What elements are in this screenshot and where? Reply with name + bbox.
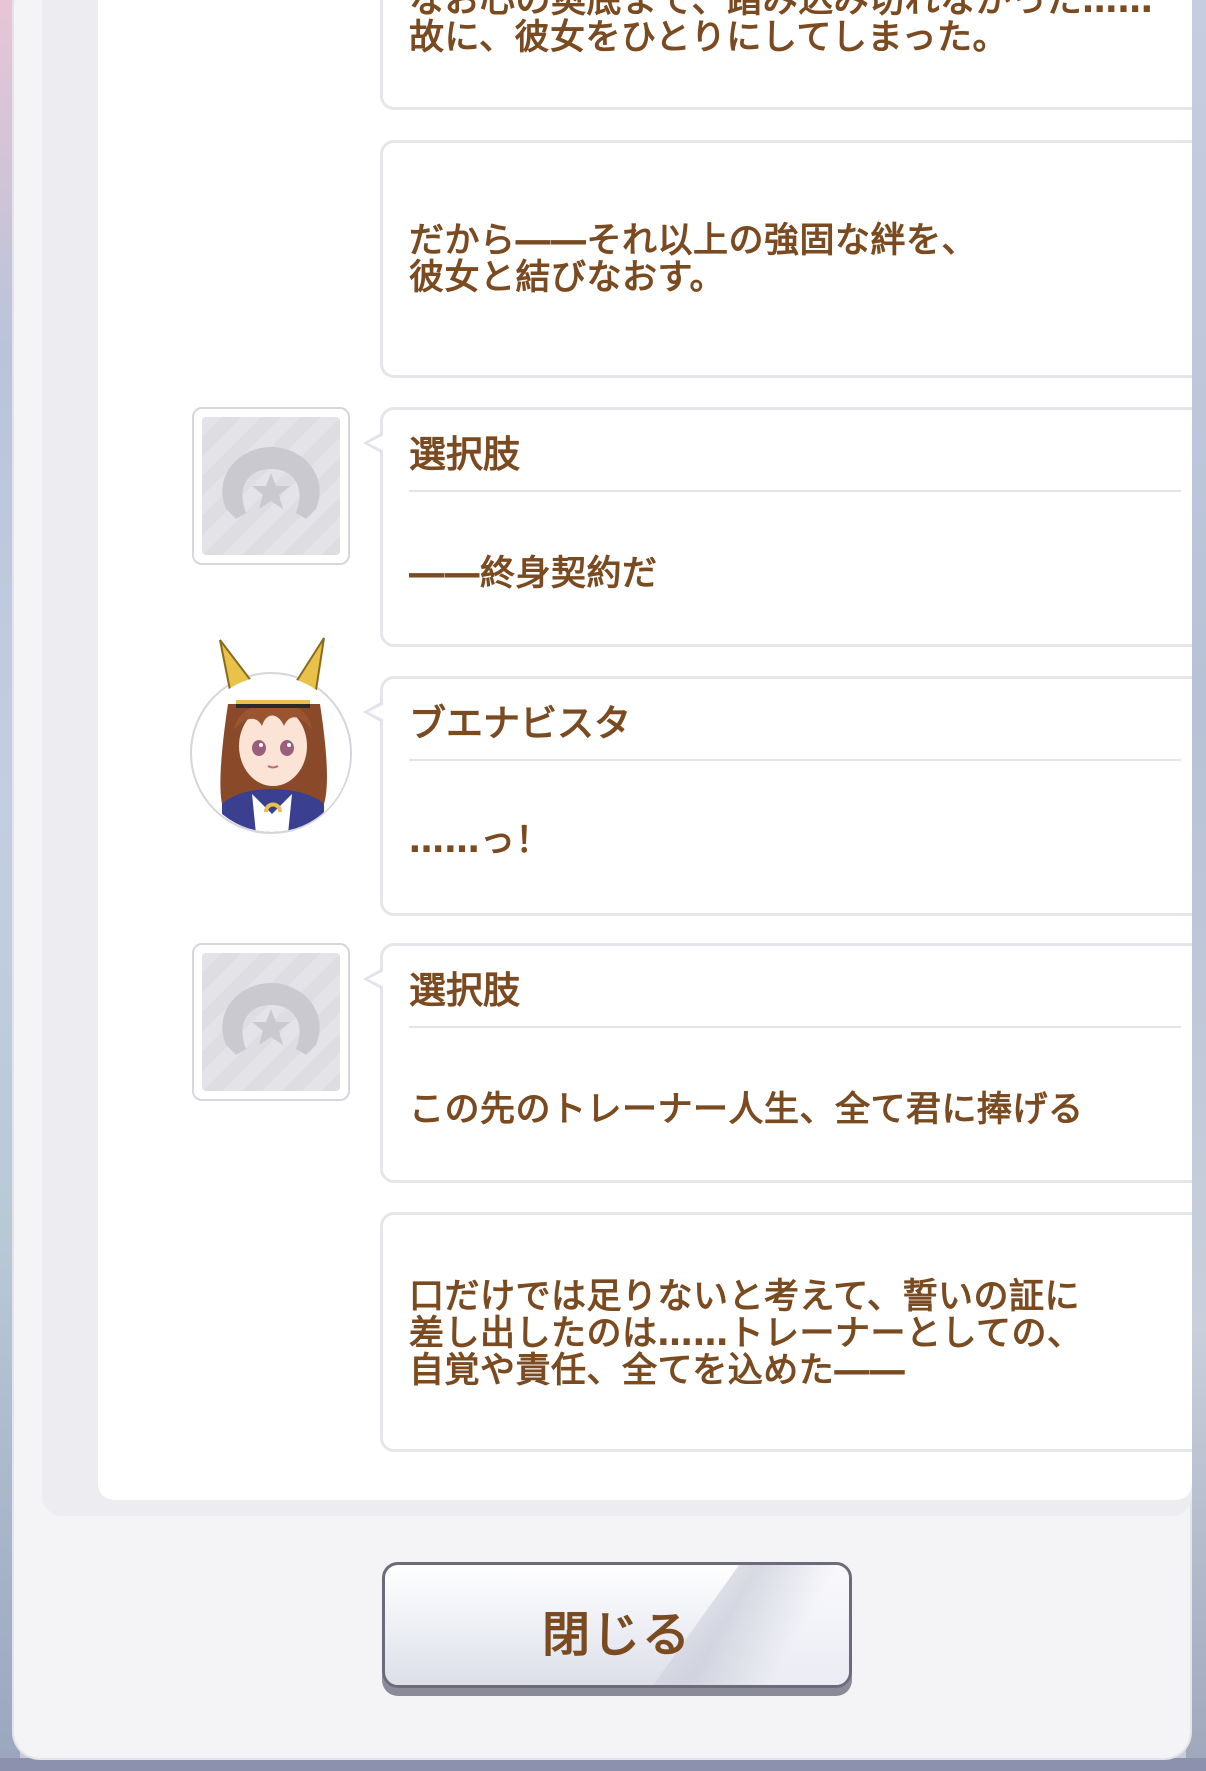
choice-avatar [192,407,350,565]
narration-text: だから――それ以上の強固な絆を、 彼女と結びなおす。 [409,221,978,298]
log-panel: なお心の奥底まで、踏み込み切れなかった…… 故に、彼女をひとりにしてしまった。 … [42,0,1192,1516]
bubble-divider [409,1026,1181,1028]
horseshoe-star-icon [222,983,320,1055]
narration-bubble: なお心の奥底まで、踏み込み切れなかった…… 故に、彼女をひとりにしてしまった。 [380,0,1192,110]
narration-bubble: 口だけでは足りないと考えて、誓いの証に 差し出したのは……トレーナーとしての、 … [380,1212,1192,1452]
dialogue-text: ……っ！ [409,821,552,861]
background-bottom-strip [0,1758,1206,1771]
choice-avatar [192,943,350,1101]
close-button[interactable]: 閉じる [382,1562,852,1688]
narration-text: なお心の奥底まで、踏み込み切れなかった…… 故に、彼女をひとりにしてしまった。 [409,0,1154,58]
horseshoe-star-icon [222,447,320,519]
choice-bubble: 選択肢 ――終身契約だ [363,407,1192,647]
narration-bubble: だから――それ以上の強固な絆を、 彼女と結びなおす。 [380,140,1192,378]
speaker-name: 選択肢 [409,969,520,1012]
bubble-divider [409,490,1181,492]
story-log-dialog: なお心の奥底まで、踏み込み切れなかった…… 故に、彼女をひとりにしてしまった。 … [14,0,1192,1758]
character-avatar [190,637,352,834]
log-scroll-area[interactable]: なお心の奥底まで、踏み込み切れなかった…… 故に、彼女をひとりにしてしまった。 … [98,0,1192,1500]
dialogue-bubble: ブエナビスタ ……っ！ [363,676,1192,916]
choice-text: この先のトレーナー人生、全て君に捧げる [409,1090,1084,1130]
speaker-name: ブエナビスタ [409,702,631,745]
speaker-name: 選択肢 [409,433,520,476]
narration-text: 口だけでは足りないと考えて、誓いの証に 差し出したのは……トレーナーとしての、 … [409,1277,1083,1391]
close-button-label: 閉じる [541,1607,692,1663]
buena-vista-portrait [194,637,350,832]
bubble-divider [409,759,1181,761]
choice-bubble: 選択肢 この先のトレーナー人生、全て君に捧げる [363,943,1192,1183]
choice-text: ――終身契約だ [409,554,658,594]
